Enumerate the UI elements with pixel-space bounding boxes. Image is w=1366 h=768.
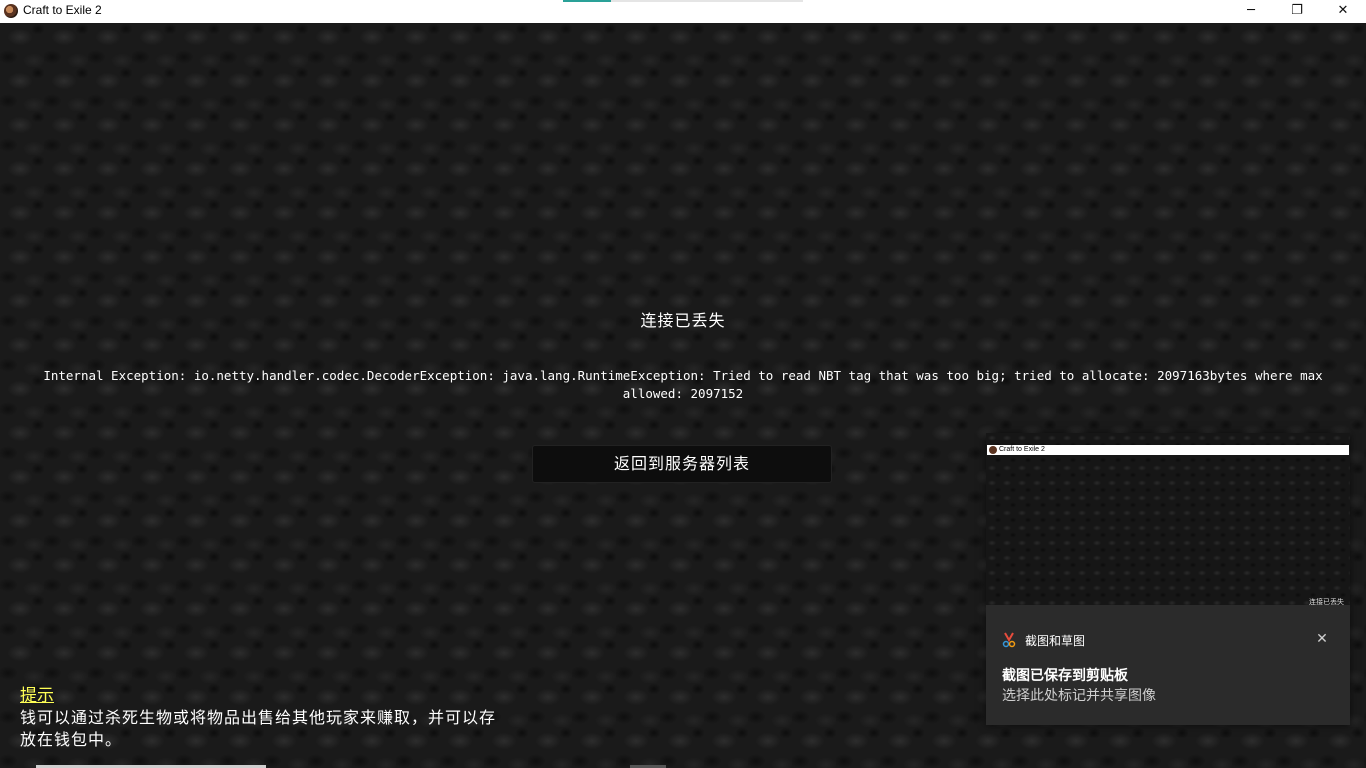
notification-body: 选择此处标记并共享图像 bbox=[1002, 688, 1156, 704]
preview-snippet: 连接已丢失 bbox=[1309, 598, 1344, 605]
close-icon[interactable]: ✕ bbox=[1312, 629, 1332, 649]
window-titlebar: Craft to Exile 2 ─ ❐ ✕ bbox=[0, 0, 1366, 23]
snip-notification[interactable]: Craft to Exile 2 连接已丢失 截图和草图 ✕ 截图已保存到剪贴板… bbox=[986, 433, 1350, 725]
close-button[interactable]: ✕ bbox=[1320, 0, 1366, 23]
preview-titlebar: Craft to Exile 2 bbox=[987, 445, 1349, 455]
maximize-button[interactable]: ❐ bbox=[1274, 0, 1320, 23]
title-progress-fill bbox=[563, 0, 611, 2]
notification-app-name: 截图和草图 bbox=[1025, 634, 1086, 648]
title-progress-bar bbox=[563, 0, 803, 2]
tip-text: 钱可以通过杀死生物或将物品出售给其他玩家来赚取，并可以存放在钱包中。 bbox=[20, 708, 497, 749]
window-title: Craft to Exile 2 bbox=[23, 3, 102, 17]
back-to-server-list-button[interactable]: 返回到服务器列表 bbox=[532, 445, 832, 483]
notification-heading: 截图已保存到剪贴板 bbox=[1002, 668, 1128, 684]
app-icon bbox=[4, 4, 18, 18]
preview-app-icon bbox=[989, 446, 997, 454]
disconnect-reason: Internal Exception: io.netty.handler.cod… bbox=[43, 368, 1323, 401]
tip-label: 提示 bbox=[20, 686, 54, 706]
minimize-button[interactable]: ─ bbox=[1228, 0, 1274, 23]
disconnect-title: 连接已丢失 bbox=[640, 311, 726, 330]
snip-sketch-icon bbox=[1002, 632, 1016, 648]
screenshot-preview[interactable]: Craft to Exile 2 连接已丢失 bbox=[986, 433, 1350, 605]
preview-title: Craft to Exile 2 bbox=[999, 446, 1045, 453]
